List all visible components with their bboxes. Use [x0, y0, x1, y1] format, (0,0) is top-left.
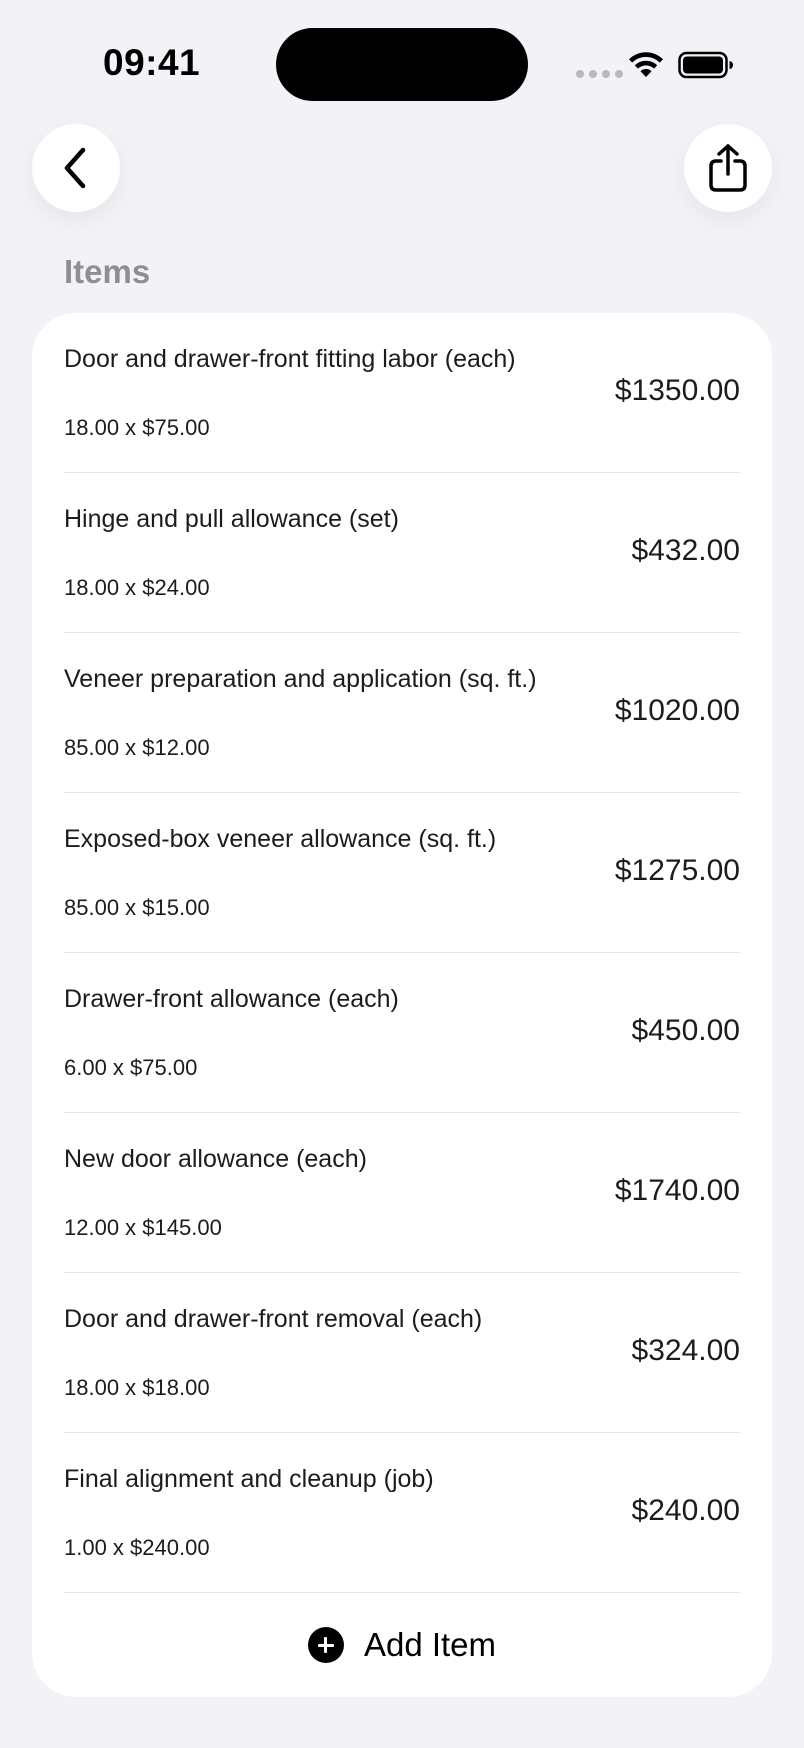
item-quantity-price: 6.00 x $75.00: [64, 1055, 198, 1080]
item-total: $450.00: [631, 1014, 740, 1047]
item-total: $240.00: [631, 1494, 740, 1527]
line-item[interactable]: Veneer preparation and application (sq. …: [64, 633, 740, 793]
battery-icon: [678, 51, 733, 79]
section-title: Items: [64, 253, 151, 290]
line-item[interactable]: Door and drawer-front fitting labor (eac…: [64, 313, 740, 473]
item-name: New door allowance (each): [64, 1145, 367, 1173]
line-item[interactable]: Final alignment and cleanup (job) 1.00 x…: [64, 1433, 740, 1593]
line-item[interactable]: Door and drawer-front removal (each) 18.…: [64, 1273, 740, 1433]
item-quantity-price: 85.00 x $12.00: [64, 735, 210, 760]
item-quantity-price: 1.00 x $240.00: [64, 1535, 210, 1560]
status-bar: 09:41: [0, 0, 804, 120]
back-button[interactable]: [32, 124, 120, 212]
item-quantity-price: 18.00 x $18.00: [64, 1375, 210, 1400]
item-quantity-price: 18.00 x $24.00: [64, 575, 210, 600]
item-name: Hinge and pull allowance (set): [64, 505, 399, 533]
item-quantity-price: 18.00 x $75.00: [64, 415, 210, 440]
item-name: Veneer preparation and application (sq. …: [64, 665, 537, 693]
cellular-signal-icon: [576, 70, 623, 78]
item-name: Door and drawer-front removal (each): [64, 1305, 483, 1333]
line-item[interactable]: Exposed-box veneer allowance (sq. ft.) 8…: [64, 793, 740, 953]
chevron-left-icon: [64, 147, 86, 189]
wifi-icon: [629, 52, 663, 77]
status-time: 09:41: [103, 42, 201, 83]
items-card: Door and drawer-front fitting labor (eac…: [32, 313, 772, 1697]
item-quantity-price: 85.00 x $15.00: [64, 895, 210, 920]
item-total: $1350.00: [614, 374, 740, 407]
item-name: Door and drawer-front fitting labor (eac…: [64, 345, 516, 373]
plus-circle-icon: [307, 1627, 344, 1663]
line-item[interactable]: Hinge and pull allowance (set) 18.00 x $…: [64, 473, 740, 633]
item-total: $1020.00: [614, 694, 740, 727]
line-item[interactable]: New door allowance (each) 12.00 x $145.0…: [64, 1113, 740, 1273]
item-quantity-price: 12.00 x $145.00: [64, 1215, 222, 1240]
item-name: Drawer-front allowance (each): [64, 985, 399, 1013]
dynamic-island: [276, 28, 528, 101]
share-icon: [709, 144, 747, 192]
share-button[interactable]: [684, 124, 772, 212]
item-total: $324.00: [631, 1334, 740, 1367]
item-name: Final alignment and cleanup (job): [64, 1465, 434, 1493]
item-total: $1740.00: [614, 1174, 740, 1207]
add-item-label: Add Item: [363, 1626, 497, 1663]
add-item-button[interactable]: Add Item: [32, 1593, 772, 1697]
item-name: Exposed-box veneer allowance (sq. ft.): [64, 825, 497, 853]
item-total: $1275.00: [614, 854, 740, 887]
line-item[interactable]: Drawer-front allowance (each) 6.00 x $75…: [64, 953, 740, 1113]
item-total: $432.00: [631, 534, 740, 567]
